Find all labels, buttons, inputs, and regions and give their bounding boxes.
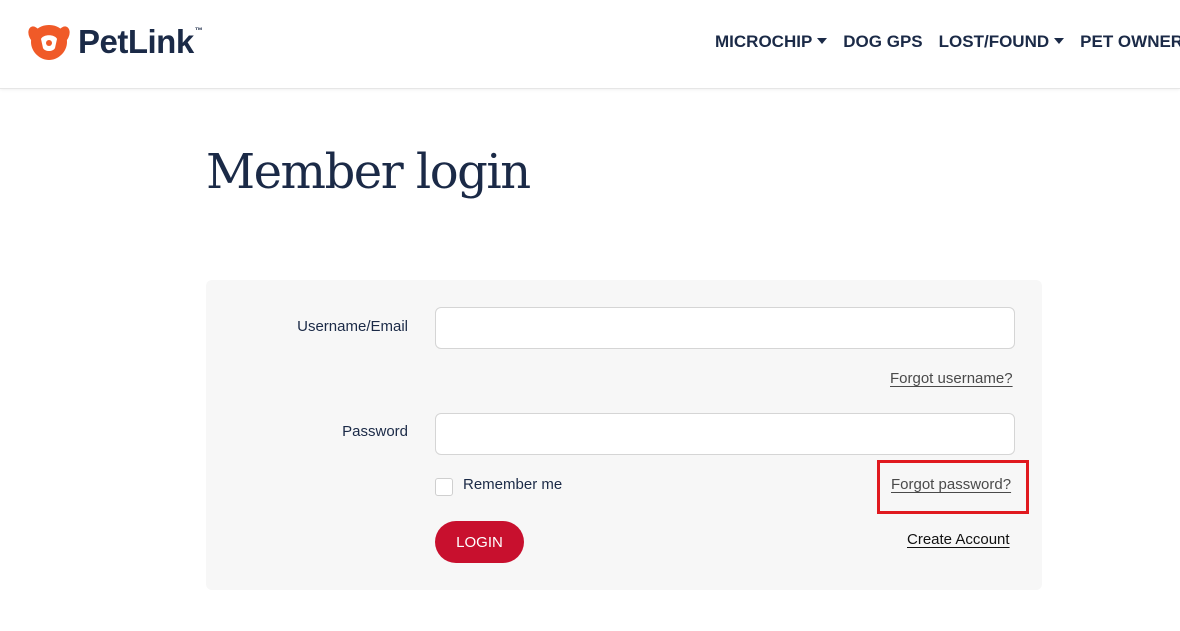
login-form-card: Username/Email Forgot username? Password… (206, 280, 1042, 590)
nav-item-dog-gps[interactable]: DOG GPS (843, 32, 922, 52)
nav-item-label: MICROCHIP (715, 32, 813, 51)
username-input[interactable] (435, 307, 1015, 349)
main-nav: MICROCHIP DOG GPS LOST/FOUND PET OWNER (715, 30, 1180, 54)
remember-me-checkbox[interactable] (435, 478, 453, 496)
brand-name: PetLink (78, 23, 194, 60)
nav-item-label: LOST/FOUND (938, 32, 1050, 51)
site-header: PetLink ™ MICROCHIP DOG GPS LOST/FOUND P… (0, 0, 1180, 89)
nav-item-pet-owner[interactable]: PET OWNER (1080, 32, 1180, 52)
caret-down-icon (1054, 37, 1065, 44)
username-label: Username/Email (297, 318, 408, 335)
create-account-link[interactable]: Create Account (907, 531, 1010, 548)
brand-logo[interactable]: PetLink ™ (28, 22, 203, 62)
caret-down-icon (817, 37, 828, 44)
highlight-annotation (877, 460, 1029, 514)
petlink-logo-icon (28, 25, 70, 60)
nav-item-lost-found[interactable]: LOST/FOUND (939, 32, 1065, 52)
remember-me-label[interactable]: Remember me (463, 476, 562, 493)
trademark-symbol: ™ (194, 25, 203, 35)
nav-item-label: PET OWNER (1080, 32, 1180, 51)
password-label: Password (342, 423, 408, 440)
login-button[interactable]: LOGIN (435, 521, 524, 563)
password-input[interactable] (435, 413, 1015, 455)
page-title: Member login (206, 144, 531, 200)
nav-item-microchip[interactable]: MICROCHIP (715, 32, 828, 52)
forgot-username-link[interactable]: Forgot username? (890, 370, 1013, 387)
nav-item-label: DOG GPS (843, 32, 923, 51)
